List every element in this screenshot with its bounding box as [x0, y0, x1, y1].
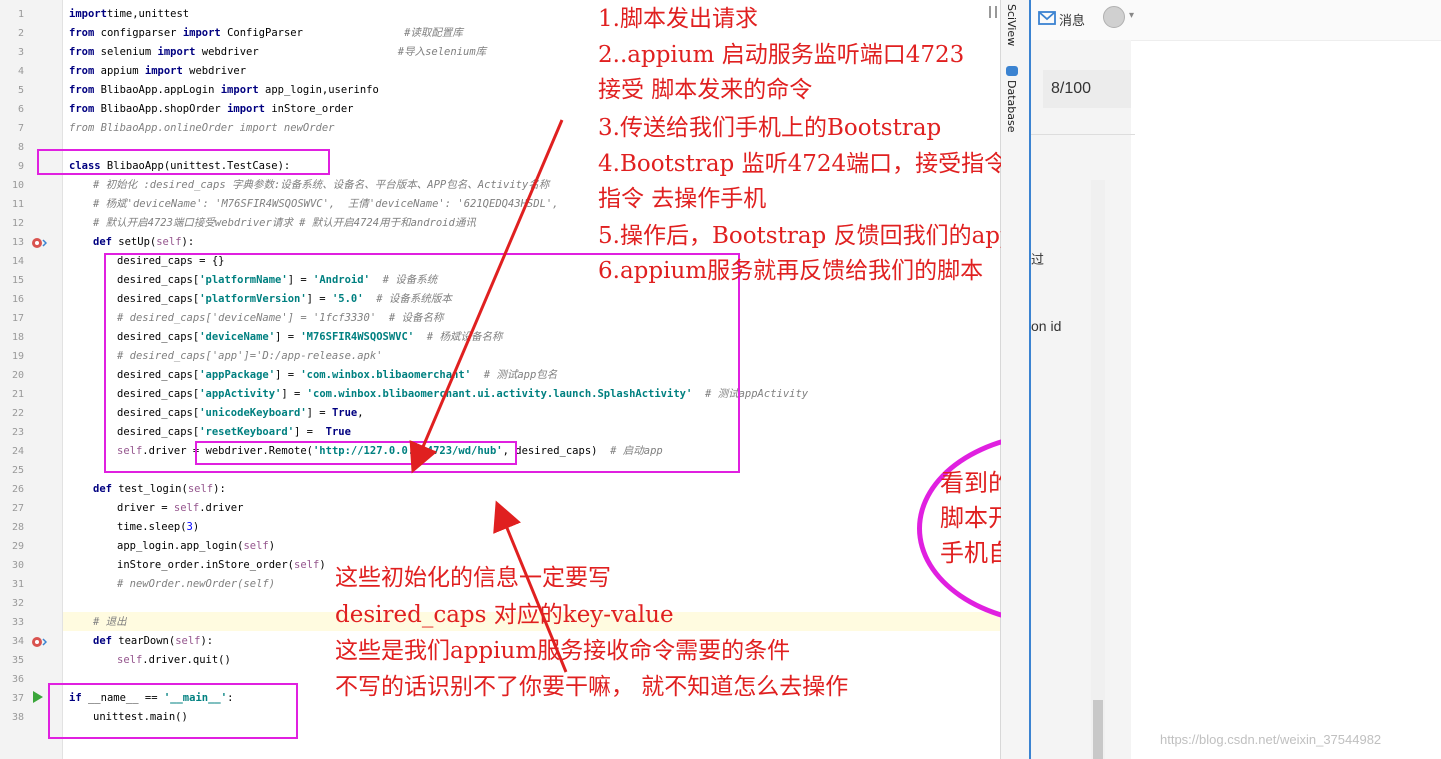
avatar[interactable]	[1103, 6, 1125, 28]
annotation-line: 2..appium 启动服务监听端口4723	[598, 42, 965, 68]
chevron-down-icon[interactable]: ▾	[1129, 10, 1134, 21]
annotation-line: 不写的话识别不了你要干嘛， 就不知道怎么去操作	[335, 674, 849, 700]
annotation-line: 3.传送给我们手机上的Bootstrap	[598, 115, 942, 141]
annotation-line: 这些初始化的信息一定要写	[335, 565, 611, 591]
annotation-line: 6.appium服务就再反馈给我们的脚本	[598, 258, 984, 284]
annotation-line: 接受 脚本发来的命令	[598, 77, 813, 103]
annotation-line: 这些是我们appium服务接收命令需要的条件	[335, 638, 791, 664]
mail-icon[interactable]	[1038, 11, 1056, 25]
watermark: https://blog.csdn.net/weixin_37544982	[1160, 732, 1382, 747]
arrow-to-remote	[409, 119, 564, 474]
text-fragment-2: on id	[1031, 318, 1062, 334]
tool-window-strip: SciView Database	[1001, 0, 1031, 759]
database-icon	[1006, 66, 1018, 76]
annotation-line: 指令 去操作手机	[598, 186, 767, 212]
scrollbar-thumb[interactable]	[1093, 700, 1103, 759]
left-column	[1031, 40, 1131, 759]
annotation-line: 1.脚本发出请求	[598, 6, 758, 32]
scrollbar[interactable]	[1091, 180, 1105, 759]
counter-text: 8/100	[1051, 80, 1092, 97]
tab-sciview[interactable]: SciView	[1005, 4, 1018, 46]
top-nav	[1031, 0, 1441, 41]
text-fragment-1: 过	[1031, 252, 1045, 267]
messages-label[interactable]: 消息	[1059, 10, 1085, 29]
tab-database[interactable]: Database	[1005, 80, 1018, 133]
divider	[1031, 134, 1135, 135]
annotation-line: desired_caps 对应的key-value	[335, 602, 674, 628]
